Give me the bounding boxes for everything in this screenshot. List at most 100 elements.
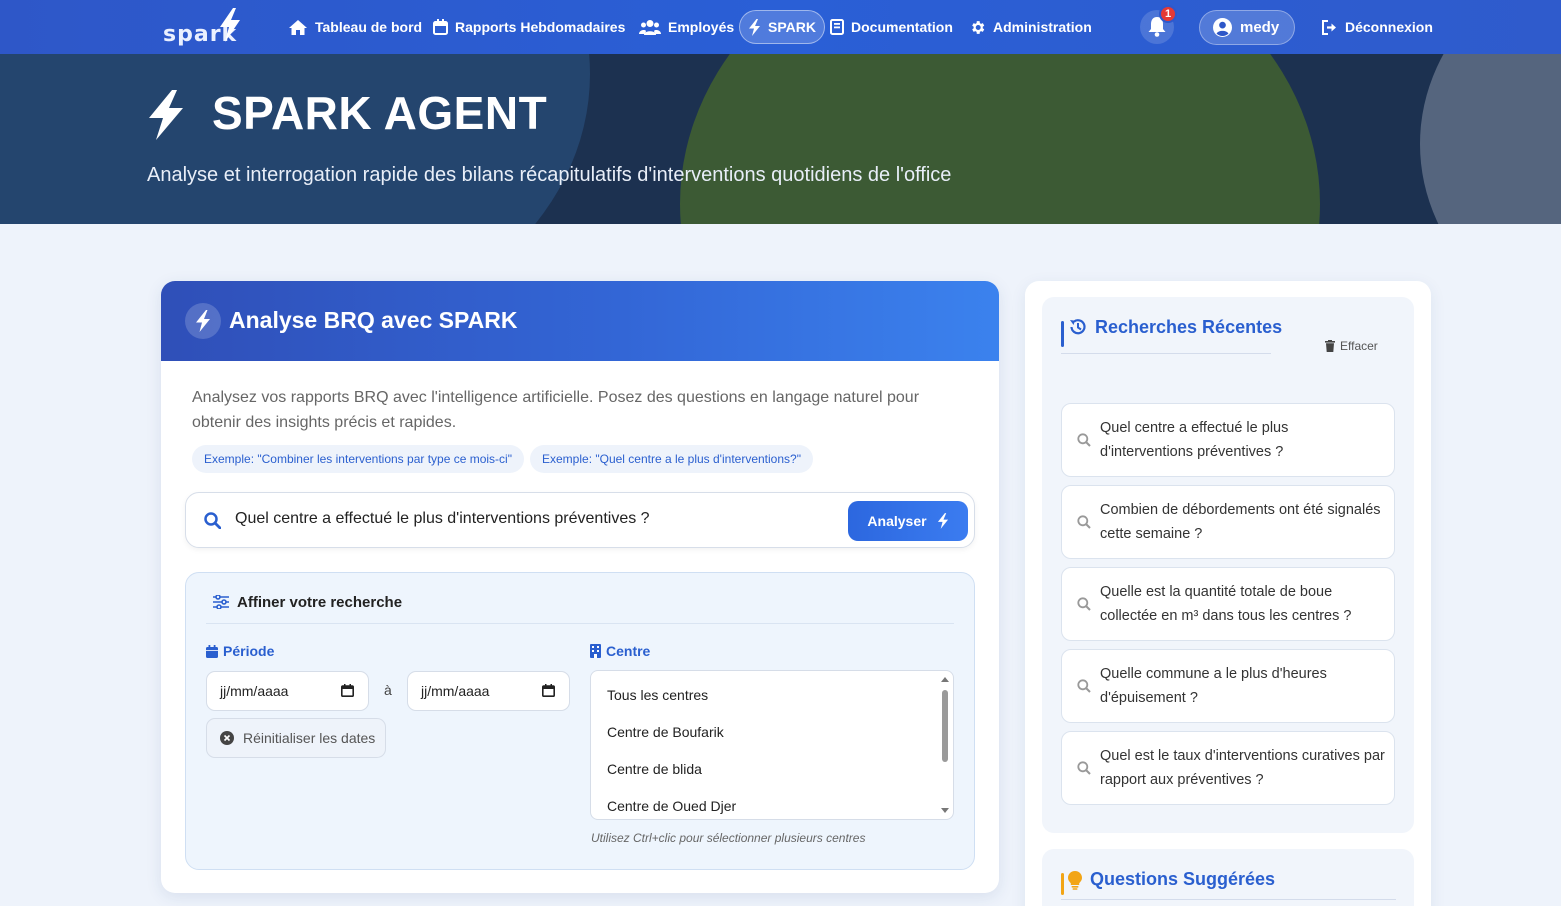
- nav-dashboard[interactable]: Tableau de bord: [282, 10, 428, 44]
- analysis-description: Analysez vos rapports BRQ avec l'intelli…: [192, 389, 920, 431]
- recent-search-text: Combien de débordements ont été signalés…: [1100, 502, 1381, 542]
- analysis-card: Analyse BRQ avec SPARK Analysez vos rapp…: [161, 281, 999, 893]
- search-icon: [204, 512, 221, 529]
- lightbulb-icon: [1068, 871, 1082, 890]
- centre-option[interactable]: Centre de Oued Djer: [607, 798, 736, 814]
- analyze-button[interactable]: Analyser: [848, 501, 968, 541]
- sidebar: Recherches Récentes Effacer Quel centre …: [1025, 281, 1431, 906]
- nav-employees-label: Employés: [668, 19, 735, 35]
- centre-label: Centre: [590, 643, 650, 659]
- nav-administration[interactable]: Administration: [963, 10, 1098, 44]
- search-icon: [1077, 515, 1091, 529]
- centre-label-text: Centre: [606, 643, 651, 659]
- centre-option[interactable]: Centre de Boufarik: [607, 724, 724, 740]
- gear-icon: [972, 20, 985, 34]
- query-input[interactable]: Quel centre a effectué le plus d'interve…: [185, 492, 975, 548]
- nav-dashboard-label: Tableau de bord: [315, 19, 423, 35]
- page-title: SPARK AGENT: [212, 87, 548, 139]
- close-circle-icon: [220, 731, 234, 745]
- analysis-card-header: Analyse BRQ avec SPARK: [161, 281, 999, 361]
- user-menu[interactable]: medy: [1199, 10, 1295, 45]
- username: medy: [1240, 19, 1280, 36]
- scroll-thumb[interactable]: [942, 690, 948, 762]
- date-from-input[interactable]: jj/mm/aaaa: [206, 671, 369, 711]
- top-navbar: spark Tableau de bord Rapports Hebdomada…: [0, 0, 1561, 54]
- search-icon: [1077, 597, 1091, 611]
- centre-select[interactable]: Tous les centres Centre de Boufarik Cent…: [590, 670, 954, 820]
- home-icon: [289, 19, 307, 35]
- hero-bolt-icon: [149, 90, 183, 140]
- calendar-icon: [433, 19, 448, 35]
- bolt-badge-icon: [185, 303, 221, 339]
- hero-decor-blob: [1420, 54, 1561, 224]
- recent-search-item[interactable]: Quelle est la quantité totale de boue co…: [1061, 567, 1395, 641]
- multi-select-hint: Utilisez Ctrl+clic pour sélectionner plu…: [591, 831, 866, 845]
- bolt-icon: [937, 513, 948, 529]
- nav-spark[interactable]: SPARK: [739, 10, 825, 44]
- nav-spark-label: SPARK: [768, 19, 816, 35]
- suggested-questions-panel: Questions Suggérées: [1042, 849, 1414, 906]
- date-from-placeholder: jj/mm/aaaa: [220, 683, 289, 699]
- logout-button[interactable]: Déconnexion: [1322, 10, 1433, 44]
- scroll-up-arrow-icon[interactable]: [940, 675, 950, 683]
- logout-label: Déconnexion: [1345, 19, 1433, 35]
- page-subtitle: Analyse et interrogation rapide des bila…: [147, 164, 952, 186]
- history-icon: [1070, 319, 1086, 335]
- nav-employees[interactable]: Employés: [633, 10, 740, 44]
- book-icon: [830, 19, 844, 35]
- centre-option[interactable]: Tous les centres: [607, 687, 708, 703]
- search-icon: [1077, 679, 1091, 693]
- recent-search-text: Quel centre a effectué le plus d'interve…: [1100, 420, 1289, 460]
- suggested-questions-title: Questions Suggérées: [1090, 869, 1276, 889]
- logout-icon: [1322, 19, 1336, 35]
- recent-search-text: Quelle commune a le plus d'heures d'épui…: [1100, 666, 1327, 706]
- period-label: Période: [206, 643, 274, 659]
- date-to-placeholder: jj/mm/aaaa: [421, 683, 490, 699]
- section-accent-bar: [1061, 321, 1064, 347]
- recent-search-item[interactable]: Combien de débordements ont été signalés…: [1061, 485, 1395, 559]
- refine-title: Affiner votre recherche: [237, 594, 403, 611]
- calendar-icon: [206, 644, 218, 658]
- notification-badge: 1: [1159, 5, 1177, 23]
- divider: [1061, 899, 1396, 900]
- date-to-input[interactable]: jj/mm/aaaa: [407, 671, 570, 711]
- building-icon: [590, 644, 601, 658]
- recent-searches-title: Recherches Récentes: [1095, 317, 1283, 337]
- nav-weekly-reports[interactable]: Rapports Hebdomadaires: [427, 10, 631, 44]
- users-icon: [639, 20, 661, 35]
- user-avatar-icon: [1213, 18, 1232, 37]
- query-text[interactable]: Quel centre a effectué le plus d'interve…: [235, 510, 650, 528]
- notifications-button[interactable]: 1: [1140, 5, 1177, 44]
- centre-option[interactable]: Centre de blida: [607, 761, 702, 777]
- trash-icon: [1325, 340, 1335, 352]
- hero-decor-blob: [680, 54, 1320, 224]
- recent-search-item[interactable]: Quel est le taux d'interventions curativ…: [1061, 731, 1395, 805]
- analysis-title: Analyse BRQ avec SPARK: [229, 307, 518, 333]
- hero-banner: SPARK AGENT Analyse et interrogation rap…: [0, 54, 1561, 224]
- date-separator: à: [384, 682, 392, 698]
- recent-search-item[interactable]: Quel centre a effectué le plus d'interve…: [1061, 403, 1395, 477]
- scroll-down-arrow-icon[interactable]: [940, 807, 950, 815]
- reset-dates-label: Réinitialiser les dates: [243, 730, 376, 746]
- clear-history-button[interactable]: Effacer: [1325, 339, 1378, 353]
- spark-logo[interactable]: spark: [163, 8, 243, 47]
- reset-dates-button[interactable]: Réinitialiser les dates: [206, 718, 386, 758]
- bolt-icon: [749, 18, 760, 36]
- calendar-picker-icon[interactable]: [341, 684, 354, 697]
- sliders-icon: [213, 595, 229, 609]
- search-icon: [1077, 761, 1091, 775]
- divider: [206, 623, 954, 624]
- nav-documentation[interactable]: Documentation: [824, 10, 959, 44]
- divider: [1061, 353, 1271, 354]
- example-chip[interactable]: Exemple: "Combiner les interventions par…: [192, 445, 524, 473]
- recent-search-text: Quel est le taux d'interventions curativ…: [1100, 748, 1385, 788]
- recent-search-text: Quelle est la quantité totale de boue co…: [1100, 584, 1352, 624]
- recent-search-item[interactable]: Quelle commune a le plus d'heures d'épui…: [1061, 649, 1395, 723]
- refine-panel: Affiner votre recherche Période jj/mm/aa…: [185, 572, 975, 870]
- nav-weekly-reports-label: Rapports Hebdomadaires: [455, 19, 626, 35]
- calendar-picker-icon[interactable]: [542, 684, 555, 697]
- centre-scrollbar[interactable]: [940, 675, 950, 817]
- example-chip[interactable]: Exemple: "Quel centre a le plus d'interv…: [530, 445, 813, 473]
- analyze-button-label: Analyser: [867, 513, 927, 529]
- logo-bolt-icon: [220, 8, 240, 42]
